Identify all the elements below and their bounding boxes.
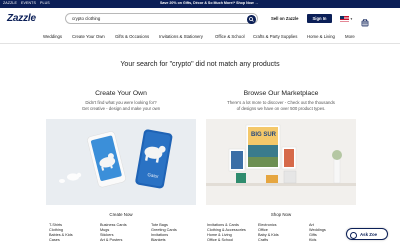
search-button[interactable]	[247, 15, 256, 24]
chevron-down-icon[interactable]: ▾	[351, 17, 353, 21]
nav-item-more[interactable]: More	[345, 34, 355, 39]
create-categories-col-1: T-Shirts Clothing Babies & Kids Cases	[49, 223, 73, 243]
marketplace-categories-col-2: Electronics Office Baby & Kids Crafts	[258, 223, 279, 243]
nav-item-gifts[interactable]: Gifts & Occasions	[115, 34, 149, 39]
category-link[interactable]: Crafts	[258, 238, 279, 243]
create-now-link[interactable]: Create Now	[46, 212, 196, 217]
category-link[interactable]: Office & School	[207, 238, 246, 243]
promo-bar: ZAZZLE EVENTS PLUS Save 20% on Gifts, Dé…	[0, 0, 400, 8]
category-link[interactable]: Cases	[49, 238, 73, 243]
create-your-own-image[interactable]: Gator	[46, 119, 196, 205]
create-your-own-title: Create Your Own	[95, 90, 147, 97]
poster-title: BIG SUR	[251, 132, 277, 138]
ask-zoe-button[interactable]: Ask Zoe	[346, 228, 388, 240]
sell-on-zazzle-link[interactable]: Sell on Zazzle	[271, 16, 298, 21]
tab-events[interactable]: EVENTS	[21, 1, 36, 5]
tab-zazzle[interactable]: ZAZZLE	[3, 1, 17, 5]
nav-item-invitations[interactable]: Invitations & Stationery	[159, 34, 203, 39]
create-categories-col-2: Business Cards Mugs Stickers Art & Poste…	[100, 223, 127, 243]
marketplace-categories-col-1: Invitations & Cards Clothing & Accessori…	[207, 223, 246, 243]
nav-item-create-your-own[interactable]: Create Your Own	[72, 34, 105, 39]
create-your-own-subtitle-2: Get creative - design and make your own	[81, 106, 161, 111]
nav-item-weddings[interactable]: Weddings	[43, 34, 62, 39]
promo-message[interactable]: Save 20% on Gifts, Décor & So Much More!…	[160, 1, 258, 5]
marketplace-subtitle-2: of designs we have on over 500 product t…	[236, 106, 326, 111]
category-link[interactable]: Blankets	[151, 238, 177, 243]
tab-plus[interactable]: PLUS	[40, 1, 50, 5]
category-link[interactable]: Art & Posters	[100, 238, 127, 243]
nav-item-crafts[interactable]: Crafts & Party Supplies	[253, 34, 297, 39]
search-bar[interactable]: crypto clothing	[65, 13, 258, 24]
category-nav: Weddings Create Your Own Gifts & Occasio…	[0, 30, 400, 44]
ask-zoe-label: Ask Zoe	[360, 232, 378, 238]
us-flag-icon[interactable]	[340, 15, 349, 22]
chat-icon	[350, 231, 357, 239]
no-results-message: Your search for "crypto" did not match a…	[120, 61, 280, 68]
category-link[interactable]: Kids	[309, 238, 326, 243]
signin-button[interactable]: Sign In	[307, 14, 332, 23]
site-switcher: ZAZZLE EVENTS PLUS	[3, 1, 50, 5]
search-input[interactable]: crypto clothing	[72, 16, 100, 21]
create-categories-col-3: Tote Bags Greeting Cards Invitations Bla…	[151, 223, 177, 243]
marketplace-image[interactable]: BIG SUR	[206, 119, 356, 205]
nav-item-home-living[interactable]: Home & Living	[307, 34, 335, 39]
marketplace-title: Browse Our Marketplace	[243, 90, 319, 97]
search-icon	[249, 17, 255, 22]
nav-item-office-school[interactable]: Office & School	[215, 34, 245, 39]
shop-now-link[interactable]: Shop Now	[206, 212, 356, 217]
marketplace-categories-col-3: Art Weddings Gifts Kids	[309, 223, 326, 243]
zazzle-logo[interactable]: Zazzle	[7, 13, 36, 24]
